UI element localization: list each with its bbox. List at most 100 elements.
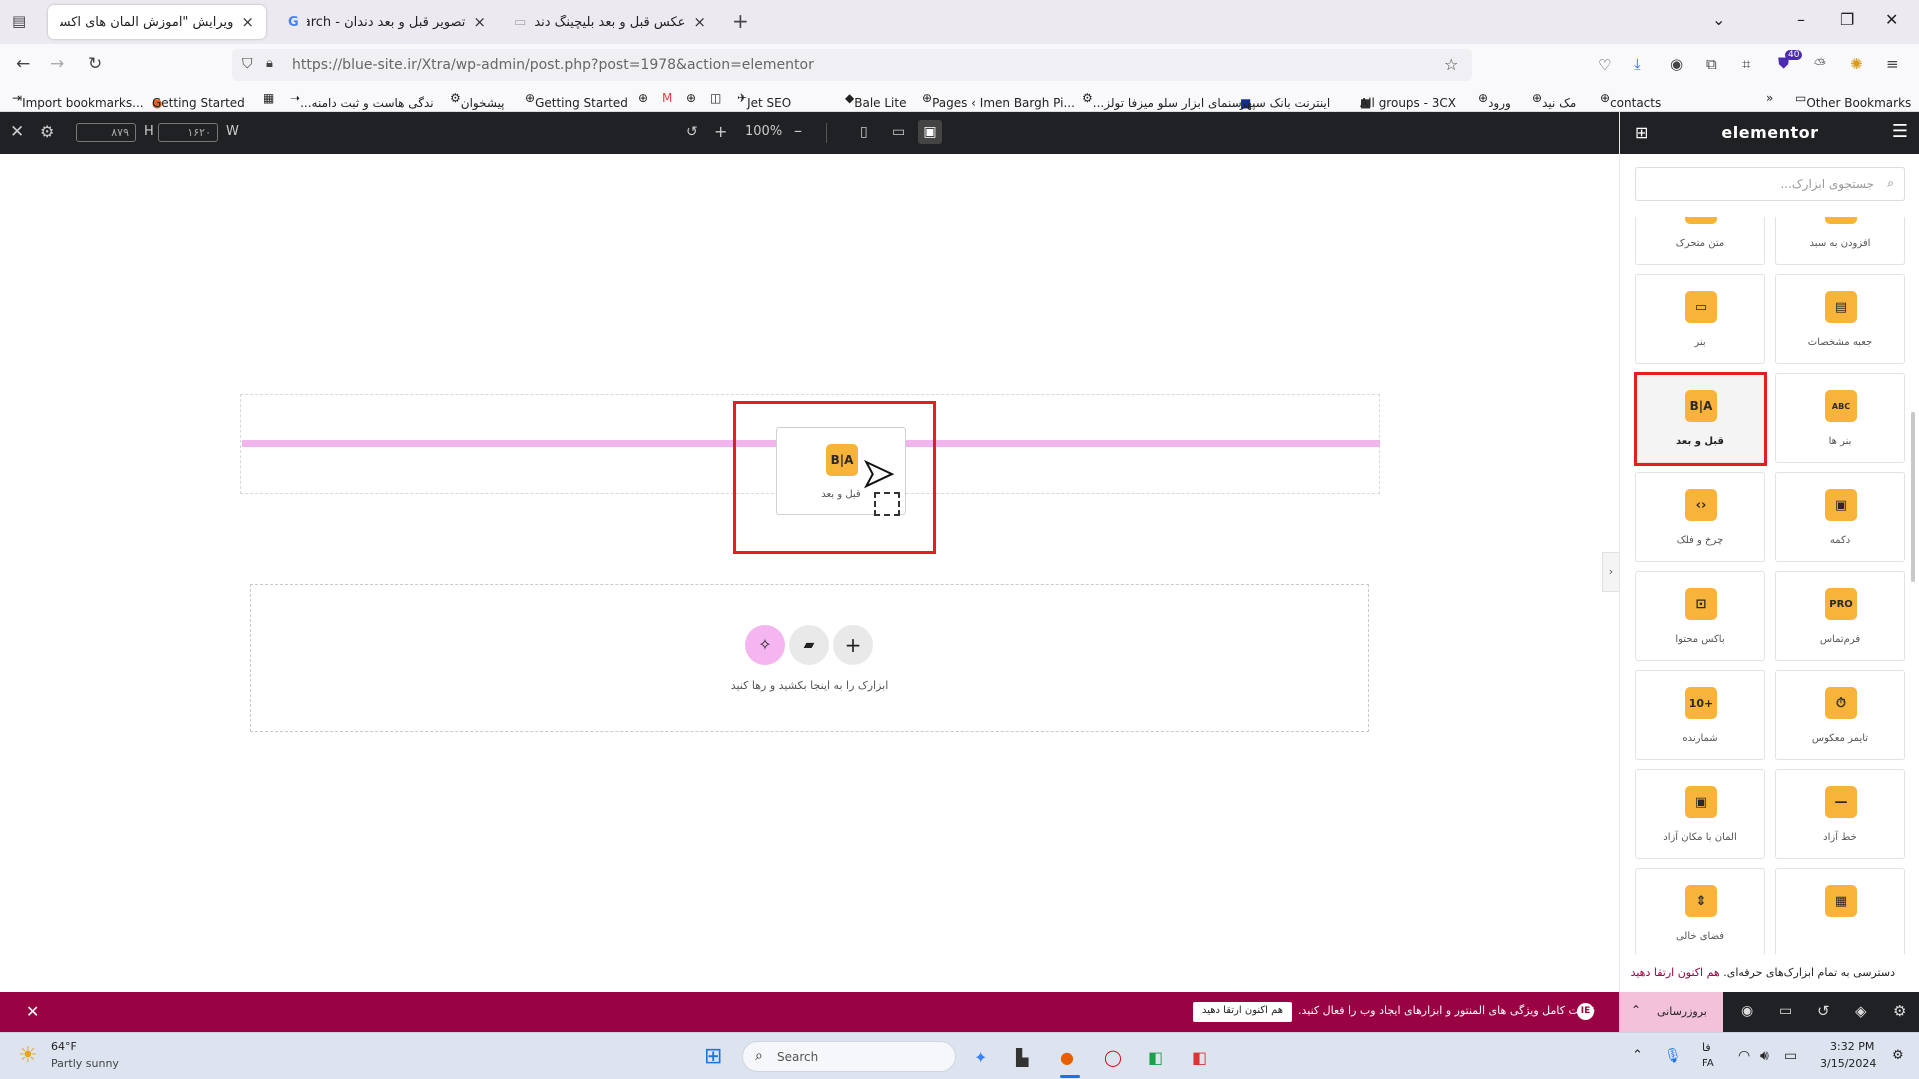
bookmark-tools[interactable]: ⚙ ...سنمای ابزار سلو میزفا تولز bbox=[1082, 91, 1242, 110]
tab-image-result[interactable]: ▭ عکس قبل و بعد بلیچینگ دندان × bbox=[502, 5, 718, 39]
start-menu-icon[interactable]: ⊞ bbox=[704, 1044, 722, 1069]
widget-add-to-cart[interactable]: ⊕افزودن به سبد bbox=[1775, 217, 1905, 265]
wifi-icon[interactable]: ◠ bbox=[1738, 1048, 1750, 1064]
responsive-icon[interactable]: ▭ bbox=[1779, 1003, 1792, 1019]
crop-icon[interactable]: ⌗ bbox=[1742, 55, 1750, 73]
opera-icon[interactable]: ◯ bbox=[1104, 1048, 1122, 1067]
widget-banners[interactable]: ABC بنر ها bbox=[1775, 373, 1905, 463]
bookmark-gmail-icon[interactable]: M bbox=[662, 91, 672, 105]
forward-icon[interactable]: → bbox=[50, 54, 64, 74]
tab-overflow-chevron-icon[interactable]: ⌄ bbox=[1712, 10, 1725, 29]
bookmark-globe-icon[interactable]: ⊕ bbox=[686, 91, 696, 105]
close-icon[interactable]: ✕ bbox=[10, 122, 24, 142]
bookmark-mac[interactable]: ⊕ مک نید bbox=[1532, 91, 1576, 110]
settings-gear-icon[interactable]: ⚙ bbox=[1893, 1002, 1906, 1020]
bookmark-login[interactable]: ⊕ ورود bbox=[1478, 91, 1511, 110]
weather-icon[interactable]: ☀ bbox=[18, 1043, 38, 1068]
add-section-button[interactable]: + bbox=[833, 625, 873, 665]
bookmark-jet-seo[interactable]: ✈ Jet SEO bbox=[737, 91, 791, 110]
widget-spec-box[interactable]: ▤ جعبه مشخصات bbox=[1775, 274, 1905, 364]
zoom-out-icon[interactable]: – bbox=[794, 121, 802, 140]
chevron-up-icon[interactable]: ⌃ bbox=[1631, 1003, 1641, 1017]
hamburger-menu-icon[interactable]: ☰ bbox=[1892, 121, 1908, 142]
tab-list-icon[interactable]: ▤ bbox=[12, 12, 26, 30]
clock-date[interactable]: 3/15/2024 bbox=[1820, 1057, 1876, 1070]
widget-content-box[interactable]: ⊡ باکس محتوا bbox=[1635, 571, 1765, 661]
settings-gear-icon[interactable]: ⚙ bbox=[40, 122, 54, 141]
close-tab-icon[interactable]: × bbox=[693, 13, 706, 31]
empty-drop-zone[interactable]: ✧ ▰ + ابزارک را به اینجا بکشید و رها کنی… bbox=[250, 584, 1369, 732]
widget-search-input[interactable]: جستجوی ابزارک... ⌕ bbox=[1635, 167, 1905, 201]
update-button[interactable]: ⌃ بروزرسانی bbox=[1619, 992, 1723, 1032]
account-icon[interactable]: ◉ bbox=[1670, 55, 1683, 73]
close-notice-icon[interactable]: ✕ bbox=[26, 1002, 39, 1021]
ai-assistant-button[interactable]: ✧ bbox=[745, 625, 785, 665]
bookmark-app-icon[interactable]: ◫ bbox=[710, 91, 721, 105]
widget-countdown[interactable]: ⏱ تایمر معکوس bbox=[1775, 670, 1905, 760]
tab-elementor-edit[interactable]: ویرایش "آموزش المان های اکسترا – × bbox=[48, 5, 266, 39]
panel-toggle-button[interactable]: › bbox=[1602, 552, 1619, 592]
preview-eye-icon[interactable]: ◉ bbox=[1741, 1003, 1753, 1019]
panel-scrollbar[interactable] bbox=[1911, 412, 1915, 582]
menu-icon[interactable]: ≡ bbox=[1886, 55, 1899, 73]
close-window-icon[interactable]: ✕ bbox=[1885, 10, 1898, 29]
notification-icon[interactable]: ⚙ bbox=[1892, 1048, 1904, 1063]
upgrade-link[interactable]: هم اکنون ارتقا دهید bbox=[1631, 966, 1720, 979]
lock-icon[interactable]: 🔒︎ bbox=[266, 56, 273, 71]
pocket-icon[interactable]: ♡ bbox=[1598, 56, 1611, 74]
template-library-button[interactable]: ▰ bbox=[789, 625, 829, 665]
desktop-view-icon[interactable]: ▣ bbox=[918, 120, 942, 144]
copilot-icon[interactable]: ✦ bbox=[974, 1048, 987, 1067]
zoom-in-icon[interactable]: + bbox=[714, 122, 727, 141]
other-bookmarks[interactable]: ▭ Other Bookmarks bbox=[1795, 91, 1911, 110]
vpn-icon[interactable]: ⛅︎ bbox=[1814, 55, 1826, 73]
tab-search[interactable]: G تصویر قبل و بعد دندان - Search × bbox=[276, 5, 498, 39]
language-indicator-bottom[interactable]: FA bbox=[1702, 1058, 1714, 1069]
bookmark-import[interactable]: ⇥ Import bookmarks... bbox=[12, 91, 144, 110]
battery-icon[interactable]: ▭ bbox=[1784, 1048, 1797, 1064]
gear-extension-icon[interactable]: ✺ bbox=[1850, 55, 1863, 73]
bookmark-contacts[interactable]: ⊕ contacts bbox=[1600, 91, 1661, 110]
firefox-icon[interactable]: ● bbox=[1060, 1048, 1074, 1067]
mobile-view-icon[interactable]: ▯ bbox=[860, 124, 868, 140]
navigator-layers-icon[interactable]: ◈ bbox=[1855, 1002, 1867, 1020]
shield-icon[interactable]: ⛉ bbox=[242, 56, 253, 72]
bookmark-dashboard[interactable]: ⚙ پیشخوان bbox=[450, 91, 505, 110]
width-input[interactable]: ۱۶۲۰ bbox=[158, 123, 218, 142]
language-indicator-top[interactable]: فا bbox=[1702, 1041, 1711, 1054]
new-tab-button[interactable]: + bbox=[732, 9, 749, 33]
microphone-icon[interactable]: 🎙︎ bbox=[1664, 1048, 1682, 1064]
notice-upgrade-button[interactable]: هم اکنون ارتقا دهید bbox=[1193, 1002, 1293, 1022]
widget-free-position[interactable]: ▣ المان با مکان آزاد bbox=[1635, 769, 1765, 859]
extensions-icon[interactable]: ⧉ bbox=[1706, 55, 1717, 73]
widget-button[interactable]: ▣ دکمه bbox=[1775, 472, 1905, 562]
clock-time[interactable]: 3:32 PM bbox=[1830, 1040, 1874, 1053]
widget-carousel[interactable]: ‹› چرخ و فلک bbox=[1635, 472, 1765, 562]
bookmark-calendar-icon[interactable]: ▦ bbox=[263, 91, 274, 105]
reload-icon[interactable]: ↻ bbox=[88, 54, 102, 74]
volume-icon[interactable]: 🔊︎ bbox=[1760, 1048, 1769, 1064]
widget-banner[interactable]: ▭ بنر bbox=[1635, 274, 1765, 364]
history-icon[interactable]: ↺ bbox=[1817, 1002, 1830, 1020]
height-input[interactable]: ۸۷۹ bbox=[76, 123, 136, 142]
widget-animated-text[interactable]: ¶متن متحرک bbox=[1635, 217, 1765, 265]
back-icon[interactable]: ← bbox=[16, 54, 30, 74]
close-tab-icon[interactable]: × bbox=[473, 13, 486, 31]
reset-zoom-icon[interactable]: ↺ bbox=[686, 124, 698, 140]
bookmarks-overflow-icon[interactable]: » bbox=[1766, 91, 1773, 105]
widget-counter[interactable]: 10+ شمارنده bbox=[1635, 670, 1765, 760]
bookmark-pages[interactable]: ⊕ Pages ‹ Imen Bargh Pi... bbox=[922, 91, 1075, 110]
bookmark-star-icon[interactable]: ☆ bbox=[1444, 55, 1458, 74]
widget-grid-item[interactable]: ▦ bbox=[1775, 868, 1905, 954]
bookmark-getting-started-2[interactable]: ⊕ Getting Started bbox=[525, 91, 628, 110]
tray-overflow-icon[interactable]: ⌃ bbox=[1632, 1048, 1643, 1063]
address-bar[interactable]: ⛉ 🔒︎ https://blue-site.ir/Xtra/wp-admin/… bbox=[232, 49, 1472, 81]
bookmark-host[interactable]: ➝ ...ندگی هاست و ثبت دامنه bbox=[290, 91, 434, 110]
widget-spacer[interactable]: ⇕ فضای خالی bbox=[1635, 868, 1765, 954]
tablet-view-icon[interactable]: ▭ bbox=[892, 124, 905, 140]
widget-contact-form[interactable]: PRO فرم‌تماس bbox=[1775, 571, 1905, 661]
bookmark-globe-icon[interactable]: ⊕ bbox=[638, 91, 648, 105]
camtasia-green-icon[interactable]: ◧ bbox=[1148, 1048, 1163, 1067]
file-explorer-icon[interactable]: ▙ bbox=[1016, 1048, 1028, 1067]
camtasia-red-icon[interactable]: ◧ bbox=[1192, 1048, 1207, 1067]
